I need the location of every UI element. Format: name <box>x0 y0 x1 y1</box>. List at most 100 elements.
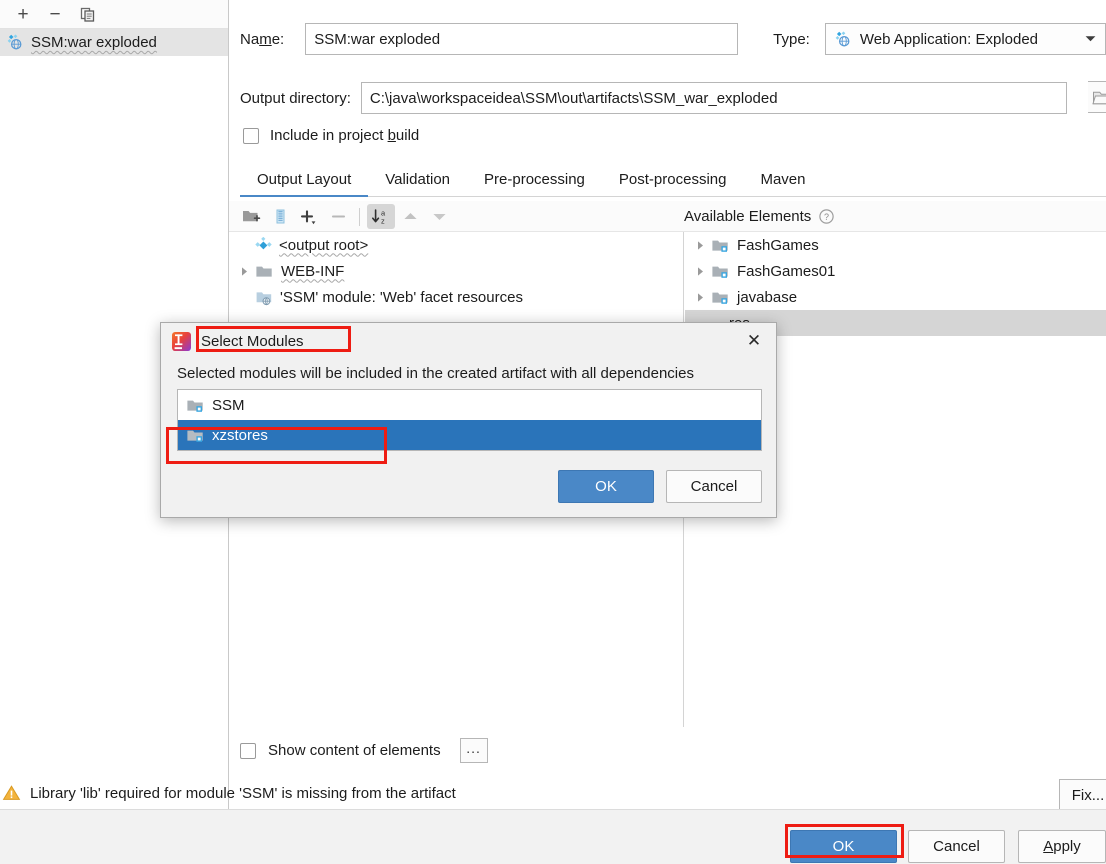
select-modules-dialog: Select Modules ✕ Selected modules will b… <box>160 322 777 518</box>
fix-button[interactable]: Fix... <box>1059 779 1106 811</box>
show-content-options-button[interactable]: ... <box>459 738 488 763</box>
move-up-icon <box>403 213 417 219</box>
move-up-button[interactable] <box>396 204 424 229</box>
module-icon <box>711 263 730 280</box>
output-directory-row: Output directory: C:\java\workspaceidea\… <box>240 81 1106 115</box>
svg-text:z: z <box>381 216 385 225</box>
modal-cancel-button[interactable]: Cancel <box>666 470 762 503</box>
apply-button[interactable]: Apply <box>1018 830 1106 863</box>
warning-triangle-icon <box>2 785 21 800</box>
add-element-button[interactable] <box>295 204 323 229</box>
output-layout-toolbar: a z Available Elements ? <box>229 201 1106 232</box>
tree-row[interactable]: javabase <box>685 284 1106 310</box>
tab-maven[interactable]: Maven <box>743 171 822 196</box>
folder-browse-icon <box>1091 91 1106 104</box>
module-list-item-label: xzstores <box>212 426 268 444</box>
output-directory-input[interactable]: C:\java\workspaceidea\SSM\out\artifacts\… <box>360 82 1067 114</box>
create-archive-icon <box>276 209 284 224</box>
tree-row-label: WEB-INF <box>281 262 345 280</box>
move-down-icon <box>432 214 446 220</box>
tree-row[interactable]: 'SSM' module: 'Web' facet resources <box>229 284 683 310</box>
tree-row[interactable]: FashGames <box>685 232 1106 258</box>
tab-output-layout[interactable]: Output Layout <box>240 171 369 197</box>
tab-validation[interactable]: Validation <box>368 171 467 196</box>
tree-row[interactable]: <output root> <box>229 232 683 258</box>
help-circle-icon[interactable]: ? <box>818 208 835 225</box>
show-content-row[interactable]: Show content of elements ... <box>240 738 488 763</box>
add-artifact-button[interactable]: + <box>9 2 37 26</box>
available-elements-header: Available Elements ? <box>684 201 835 232</box>
module-list-item[interactable]: SSM <box>178 390 761 420</box>
artifact-root-icon <box>255 236 272 254</box>
facet-resources-icon <box>255 289 273 306</box>
copy-artifact-button[interactable] <box>73 2 101 26</box>
name-label: Name: <box>240 30 285 48</box>
tab-post-processing[interactable]: Post-processing <box>602 171 744 196</box>
tree-row-label: FashGames <box>737 236 819 254</box>
tree-row[interactable]: FashGames01 <box>685 258 1106 284</box>
artifact-type-dropdown[interactable]: Web Application: Exploded <box>824 23 1106 55</box>
copy-icon <box>80 7 94 22</box>
ok-button[interactable]: OK <box>790 830 897 863</box>
type-label: Type: <box>773 30 810 48</box>
artifact-list-item[interactable]: SSM:war exploded <box>0 29 228 56</box>
artifact-name-input[interactable]: SSM:war exploded <box>305 23 739 55</box>
include-in-build-row[interactable]: Include in project build <box>243 127 419 144</box>
create-directory-icon <box>242 211 260 222</box>
tree-expander-icon[interactable] <box>689 240 711 251</box>
module-icon <box>186 397 205 414</box>
modal-ok-button[interactable]: OK <box>558 470 654 503</box>
browse-output-directory-button[interactable] <box>1088 81 1106 113</box>
tree-row-label: <output root> <box>279 236 369 254</box>
tree-row-label: FashGames01 <box>737 262 836 280</box>
chevron-down-icon <box>1085 36 1096 42</box>
include-in-build-label: Include in project build <box>270 127 420 144</box>
toolbar-separator <box>359 207 360 226</box>
artifact-warning: Library 'lib' required for module 'SSM' … <box>2 784 456 802</box>
artifact-list: SSM:war exploded <box>0 29 228 56</box>
module-list-item-label: SSM <box>212 396 245 414</box>
remove-element-button[interactable] <box>324 204 352 229</box>
tree-expander-icon[interactable] <box>689 292 711 303</box>
output-directory-label: Output directory: <box>240 89 351 107</box>
tab-pre-processing[interactable]: Pre-processing <box>467 171 602 196</box>
add-copy-of-icon <box>300 209 315 224</box>
remove-artifact-button[interactable]: − <box>41 2 69 26</box>
web-application-exploded-icon <box>7 34 22 50</box>
select-modules-title: Select Modules <box>201 332 304 350</box>
svg-text:?: ? <box>824 212 829 222</box>
intellij-idea-icon <box>172 331 191 351</box>
folder-icon <box>255 263 274 280</box>
tree-row-label: 'SSM' module: 'Web' facet resources <box>280 288 523 306</box>
close-icon[interactable]: ✕ <box>740 328 768 354</box>
minus-icon: − <box>49 3 61 25</box>
show-content-checkbox[interactable] <box>240 742 256 759</box>
module-icon <box>711 237 730 254</box>
show-content-label: Show content of elements <box>268 742 441 759</box>
create-archive-button[interactable] <box>266 204 294 229</box>
tree-expander-icon[interactable] <box>689 266 711 277</box>
artifact-warning-text: Library 'lib' required for module 'SSM' … <box>30 784 456 802</box>
artifact-type-value: Web Application: Exploded <box>859 30 1039 48</box>
remove-element-icon <box>331 215 345 218</box>
artifact-list-item-label: SSM:war exploded <box>31 34 157 51</box>
modules-list[interactable]: SSM xzstores <box>177 389 762 451</box>
include-in-build-checkbox[interactable] <box>243 127 259 144</box>
module-icon <box>711 289 730 306</box>
select-modules-buttons: OK Cancel <box>558 470 762 503</box>
create-directory-button[interactable] <box>237 204 265 229</box>
move-down-button[interactable] <box>425 204 453 229</box>
artifact-tabs: Output Layout Validation Pre-processing … <box>240 163 1106 197</box>
sort-alphabetically-button[interactable]: a z <box>367 204 395 229</box>
available-elements-label: Available Elements <box>684 208 812 225</box>
plus-icon: + <box>17 3 29 25</box>
web-application-exploded-icon <box>835 30 850 46</box>
sort-alphabetically-icon: a z <box>372 208 386 225</box>
module-icon <box>186 427 205 444</box>
tree-row[interactable]: WEB-INF <box>229 258 683 284</box>
cancel-button[interactable]: Cancel <box>908 830 1005 863</box>
tree-expander-icon[interactable] <box>233 266 255 277</box>
module-list-item[interactable]: xzstores <box>178 420 761 450</box>
select-modules-titlebar: Select Modules ✕ <box>161 323 776 359</box>
name-type-row: Name: SSM:war exploded Type: Web Applica… <box>240 22 1106 56</box>
